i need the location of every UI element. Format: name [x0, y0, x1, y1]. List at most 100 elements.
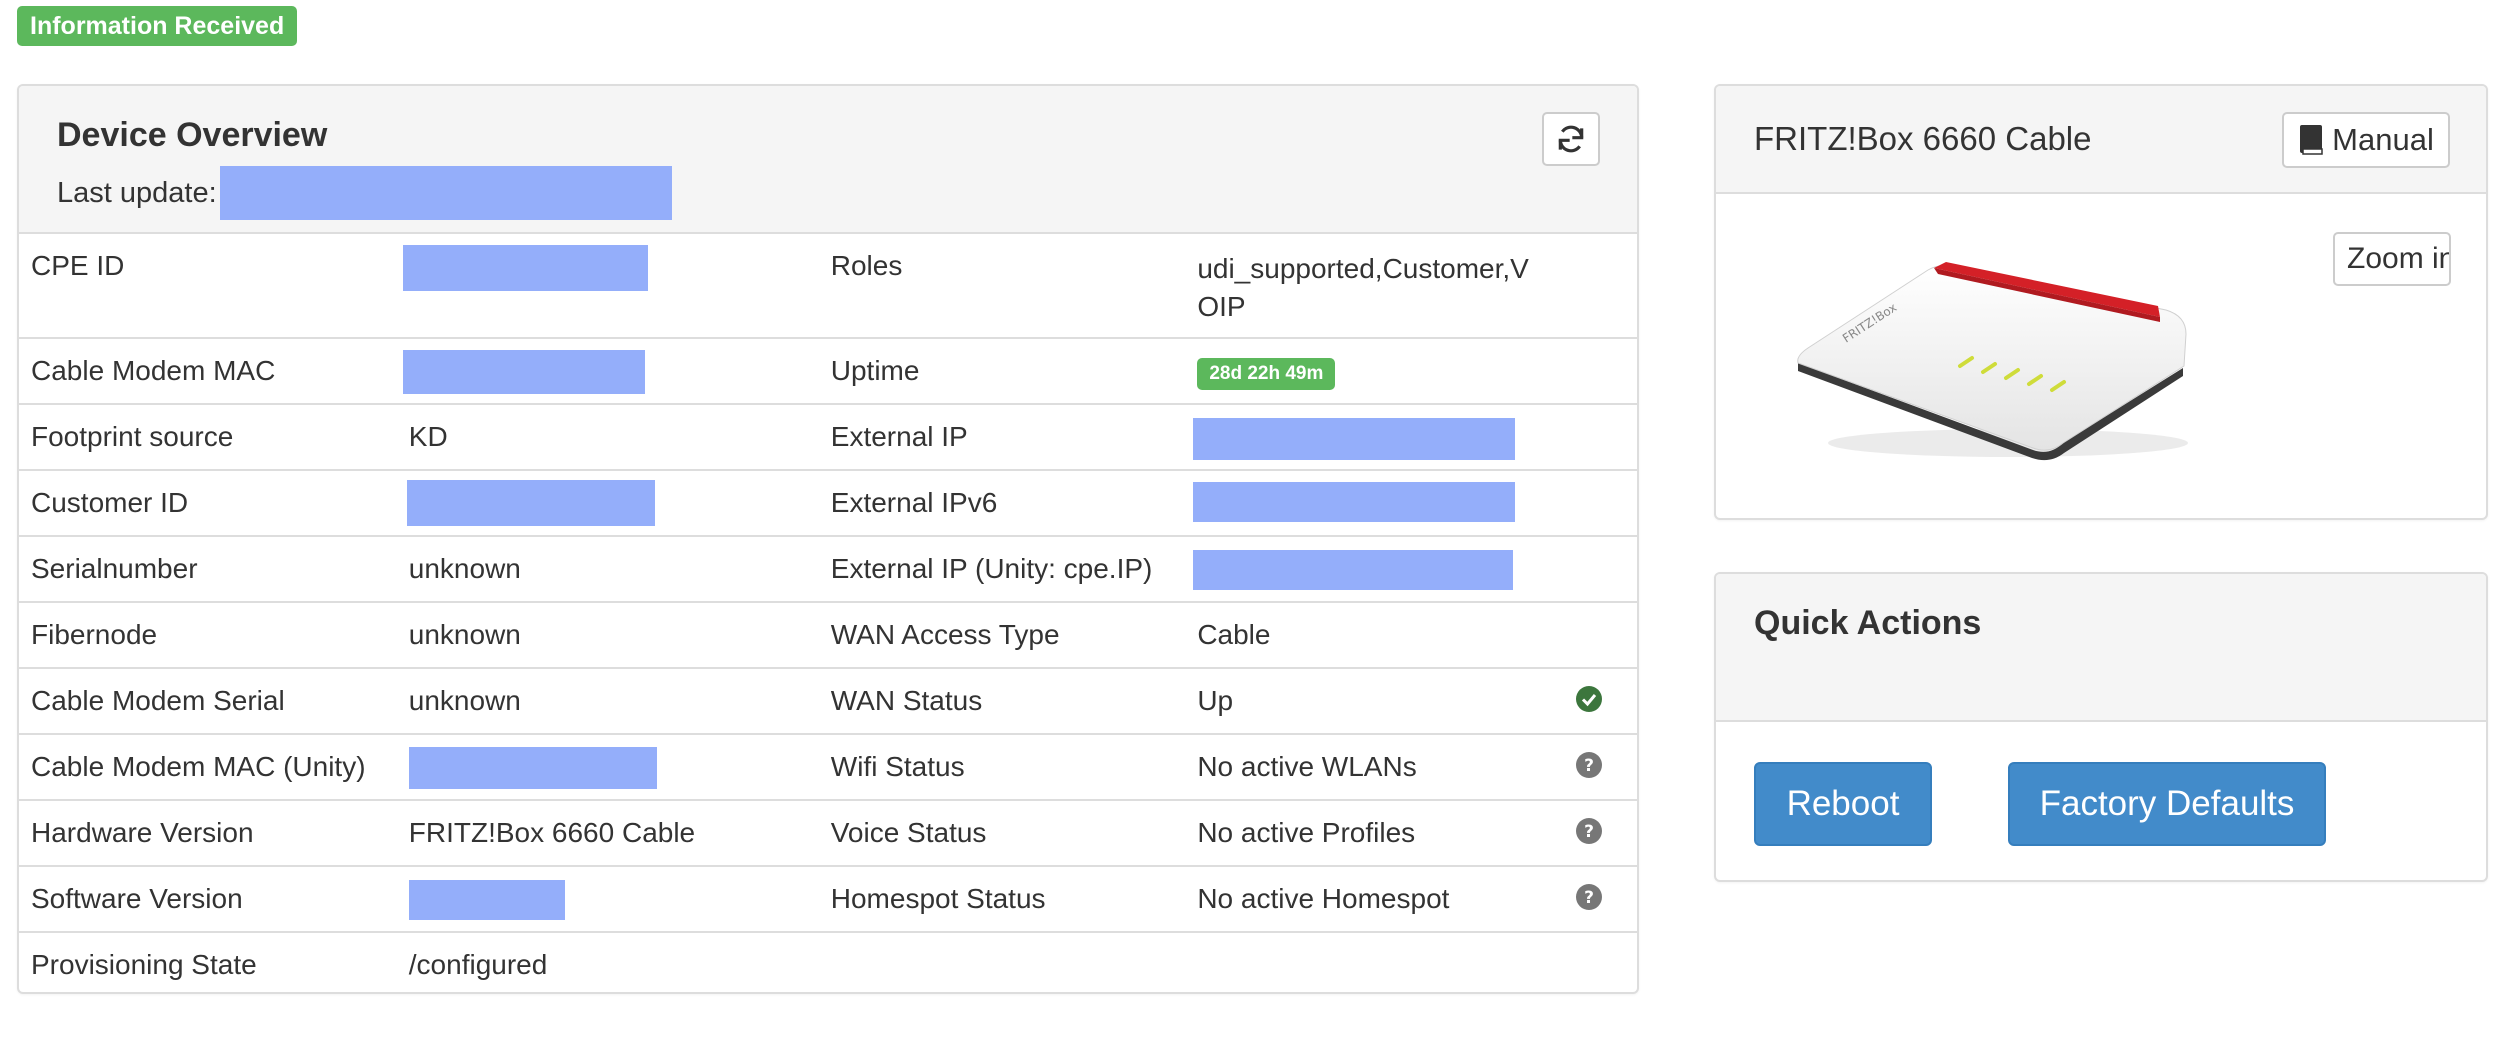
footprint-source-value: KD	[390, 403, 819, 470]
external-ip-value	[1185, 403, 1558, 470]
external-ipv6-value	[1185, 469, 1558, 536]
fibernode-value: unknown	[390, 601, 819, 668]
external-ipv6-label: External IPv6	[818, 469, 1186, 536]
homespot-status-label: Homespot Status	[818, 865, 1186, 932]
question-circle-icon: ?	[1576, 752, 1603, 778]
reboot-button[interactable]: Reboot	[1754, 762, 1932, 846]
uptime-label: Uptime	[818, 337, 1186, 404]
manual-button[interactable]: Manual	[2282, 112, 2450, 168]
provisioning-state-value: /configured	[390, 931, 819, 992]
redacted-value	[1193, 550, 1514, 590]
voice-status-value: No active Profiles	[1185, 799, 1558, 866]
last-update-label: Last update:	[57, 176, 217, 209]
router-image: FRITZ!Box	[1797, 262, 2188, 461]
quick-actions-panel: Quick Actions Reboot Factory Defaults	[1714, 572, 2488, 882]
last-update: Last update:	[57, 166, 672, 220]
zoom-in-label: Zoom in	[2347, 242, 2451, 275]
table-row: Provisioning State /configured	[19, 931, 1637, 992]
wifi-status-label: Wifi Status	[818, 733, 1186, 800]
external-ip-label: External IP	[818, 403, 1186, 470]
empty-label	[818, 931, 1186, 992]
question-circle-icon: ?	[1576, 818, 1603, 844]
serialnumber-label: Serialnumber	[19, 535, 391, 602]
wan-access-type-status	[1557, 601, 1637, 668]
customer-id-value	[390, 469, 819, 536]
fibernode-label: Fibernode	[19, 601, 391, 668]
homespot-status-cell: ?	[1557, 865, 1637, 932]
external-ipv6-status	[1557, 469, 1637, 536]
svg-text:?: ?	[1584, 822, 1594, 842]
software-version-value	[390, 865, 819, 932]
redacted-value	[402, 350, 645, 394]
question-circle-icon: ?	[1576, 884, 1603, 910]
voice-status-cell: ?	[1557, 799, 1637, 866]
cpe-id-value	[391, 234, 819, 338]
external-ip-unity-label: External IP (Unity: cpe.IP)	[818, 535, 1186, 602]
table-row: Cable Modem MAC (Unity) Wifi Status No a…	[19, 733, 1637, 800]
device-overview-heading: Device Overview Last update:	[19, 86, 1637, 234]
customer-id-label: Customer ID	[19, 469, 391, 536]
wan-status-label: WAN Status	[818, 667, 1186, 734]
device-panel-heading: FRITZ!Box 6660 Cable Manual	[1716, 86, 2486, 194]
redacted-value	[408, 880, 565, 920]
wifi-status-value: No active WLANs	[1185, 733, 1558, 800]
cable-modem-serial-value: unknown	[390, 667, 819, 734]
table-row: Footprint source KD External IP	[19, 403, 1637, 470]
software-version-label: Software Version	[19, 865, 391, 932]
redacted-value	[406, 480, 655, 526]
reboot-label: Reboot	[1786, 784, 1900, 823]
refresh-button[interactable]	[1542, 112, 1600, 166]
external-ip-status	[1557, 403, 1637, 470]
roles-status	[1557, 234, 1637, 338]
wifi-status-cell: ?	[1557, 733, 1637, 800]
svg-text:?: ?	[1584, 756, 1594, 776]
cpe-id-label: CPE ID	[31, 250, 125, 281]
cable-modem-mac-value	[390, 337, 819, 404]
refresh-icon	[1558, 125, 1584, 153]
external-ip-unity-status	[1557, 535, 1637, 602]
footprint-source-label: Footprint source	[19, 403, 391, 470]
table-row: Serialnumber unknown External IP (Unity:…	[19, 535, 1637, 602]
cable-modem-mac-unity-value	[390, 733, 819, 800]
hardware-version-label: Hardware Version	[19, 799, 391, 866]
roles-label: Roles	[830, 250, 903, 281]
table-row: Software Version Homespot Status No acti…	[19, 865, 1637, 932]
redacted-value	[408, 747, 657, 789]
wan-access-type-value: Cable	[1185, 601, 1558, 668]
provisioning-state-label: Provisioning State	[19, 931, 391, 992]
table-row: CPE ID Roles udi_supported,Customer,VOIP	[19, 234, 1637, 338]
redacted-value	[402, 245, 648, 291]
uptime-value: 28d 22h 49m	[1185, 337, 1558, 404]
quick-actions-title: Quick Actions	[1754, 604, 1982, 642]
book-icon	[2300, 125, 2323, 155]
factory-defaults-button[interactable]: Factory Defaults	[2008, 762, 2326, 846]
table-row: Cable Modem MAC Uptime 28d 22h 49m	[19, 337, 1637, 404]
manual-label: Manual	[2332, 122, 2434, 157]
empty-status	[1557, 931, 1637, 992]
roles-value: udi_supported,Customer,VOIP	[1197, 253, 1529, 322]
factory-defaults-label: Factory Defaults	[2039, 784, 2295, 823]
homespot-status-value: No active Homespot	[1185, 865, 1558, 932]
external-ip-unity-value	[1185, 535, 1558, 602]
device-overview-panel: Device Overview Last update: CPE ID Role…	[17, 84, 1639, 994]
check-circle-icon	[1576, 686, 1603, 712]
voice-status-label: Voice Status	[818, 799, 1186, 866]
svg-text:?: ?	[1584, 888, 1594, 908]
table-row: Hardware Version FRITZ!Box 6660 Cable Vo…	[19, 799, 1637, 866]
quick-actions-heading: Quick Actions	[1716, 574, 2486, 722]
zoom-in-button[interactable]: Zoom in	[2333, 232, 2451, 286]
uptime-status	[1557, 337, 1637, 404]
wan-status-value: Up	[1185, 667, 1558, 734]
page-title: Device Overview	[57, 116, 328, 154]
device-panel: FRITZ!Box 6660 Cable Manual Zoom in FRIT…	[1714, 84, 2488, 520]
cable-modem-mac-label: Cable Modem MAC	[19, 337, 391, 404]
redacted-value	[1193, 418, 1516, 460]
hardware-version-value: FRITZ!Box 6660 Cable	[390, 799, 819, 866]
cable-modem-serial-label: Cable Modem Serial	[19, 667, 391, 734]
redacted-value	[1193, 482, 1516, 522]
table-row: Customer ID External IPv6	[19, 469, 1637, 536]
wan-access-type-label: WAN Access Type	[818, 601, 1186, 668]
cable-modem-mac-unity-label: Cable Modem MAC (Unity)	[19, 733, 391, 800]
device-info-table: CPE ID Roles udi_supported,Customer,VOIP…	[19, 234, 1637, 992]
wan-status-cell	[1557, 667, 1637, 734]
